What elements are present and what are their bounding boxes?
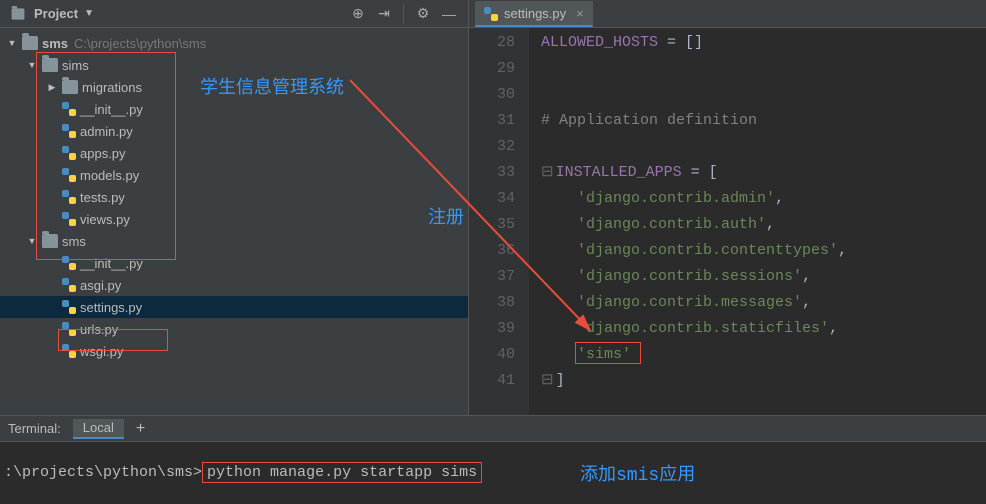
line-number: 32 bbox=[469, 134, 515, 160]
project-header: Project ▼ ⊕ ⇥ ⚙ — bbox=[0, 0, 468, 28]
terminal-prompt: :\projects\python\sms> bbox=[4, 464, 202, 481]
chevron-down-icon[interactable]: ▼ bbox=[26, 60, 38, 70]
line-number: 41 bbox=[469, 368, 515, 394]
line-number: 30 bbox=[469, 82, 515, 108]
tree-label: urls.py bbox=[80, 322, 118, 337]
line-number: 37 bbox=[469, 264, 515, 290]
tree-file[interactable]: asgi.py bbox=[0, 274, 468, 296]
hide-icon[interactable]: — bbox=[440, 5, 458, 23]
tree-folder-migrations[interactable]: ▶ migrations bbox=[0, 76, 468, 98]
gutter: 28 29 30 31 32 33 34 35 36 37 38 39 40 4… bbox=[469, 28, 529, 415]
editor-tab[interactable]: settings.py × bbox=[475, 1, 593, 27]
terminal-tab[interactable]: Local bbox=[73, 419, 124, 439]
tree-file[interactable]: urls.py bbox=[0, 318, 468, 340]
annotation-box: python manage.py startapp sims bbox=[202, 462, 482, 483]
chevron-right-icon[interactable]: ▶ bbox=[46, 82, 58, 93]
tab-label: settings.py bbox=[504, 6, 566, 21]
folder-icon bbox=[62, 80, 78, 94]
tree-label: __init__.py bbox=[80, 256, 143, 271]
python-icon bbox=[62, 168, 76, 182]
line-number: 39 bbox=[469, 316, 515, 342]
annotation-addapp: 添加smis应用 bbox=[580, 460, 695, 486]
python-icon bbox=[62, 322, 76, 336]
line-number: 31 bbox=[469, 108, 515, 134]
project-tree: ▼ sms C:\projects\python\sms ▼ sims ▶ mi… bbox=[0, 28, 468, 415]
terminal-tab-bar: Terminal: Local + bbox=[0, 416, 986, 442]
code-editor[interactable]: 28 29 30 31 32 33 34 35 36 37 38 39 40 4… bbox=[469, 28, 986, 415]
folder-icon bbox=[42, 234, 58, 248]
line-number: 29 bbox=[469, 56, 515, 82]
line-number: 34 bbox=[469, 186, 515, 212]
python-icon bbox=[62, 344, 76, 358]
tree-label: asgi.py bbox=[80, 278, 121, 293]
tree-folder-sims[interactable]: ▼ sims bbox=[0, 54, 468, 76]
line-number: 35 bbox=[469, 212, 515, 238]
tree-root[interactable]: ▼ sms C:\projects\python\sms bbox=[0, 32, 468, 54]
tree-label: settings.py bbox=[80, 300, 142, 315]
python-icon bbox=[62, 102, 76, 116]
terminal-panel: Terminal: Local + :\projects\python\sms>… bbox=[0, 415, 986, 503]
gear-icon[interactable]: ⚙ bbox=[414, 5, 432, 23]
code-body[interactable]: ALLOWED_HOSTS = [] # Application definit… bbox=[529, 28, 986, 415]
plus-icon[interactable]: + bbox=[136, 420, 145, 438]
project-panel: Project ▼ ⊕ ⇥ ⚙ — ▼ sms C:\projects\pyth… bbox=[0, 0, 469, 415]
python-icon bbox=[62, 190, 76, 204]
tree-file[interactable]: wsgi.py bbox=[0, 340, 468, 362]
folder-icon bbox=[12, 8, 25, 19]
chevron-down-icon[interactable]: ▼ bbox=[6, 38, 18, 48]
tree-label: views.py bbox=[80, 212, 130, 227]
tree-label: sims bbox=[62, 58, 89, 73]
terminal-title: Terminal: bbox=[8, 421, 61, 436]
tree-folder-sms[interactable]: ▼ sms bbox=[0, 230, 468, 252]
target-icon[interactable]: ⊕ bbox=[349, 5, 367, 23]
line-number: 36 bbox=[469, 238, 515, 264]
tree-label: sms bbox=[42, 36, 68, 51]
tree-label: wsgi.py bbox=[80, 344, 123, 359]
tree-file[interactable]: __init__.py bbox=[0, 252, 468, 274]
tree-path: C:\projects\python\sms bbox=[74, 36, 206, 51]
annotation-box bbox=[575, 342, 641, 364]
tree-label: models.py bbox=[80, 168, 139, 183]
chevron-down-icon[interactable]: ▼ bbox=[26, 236, 38, 246]
line-number: 38 bbox=[469, 290, 515, 316]
folder-icon bbox=[22, 36, 38, 50]
tree-label: apps.py bbox=[80, 146, 126, 161]
collapse-icon[interactable]: ⇥ bbox=[375, 5, 393, 23]
dropdown-icon[interactable]: ▼ bbox=[84, 8, 94, 19]
python-icon bbox=[62, 278, 76, 292]
line-number: 40 bbox=[469, 342, 515, 368]
python-icon bbox=[62, 212, 76, 226]
tree-file[interactable]: models.py bbox=[0, 164, 468, 186]
tree-file[interactable]: views.py bbox=[0, 208, 468, 230]
tree-label: tests.py bbox=[80, 190, 125, 205]
divider bbox=[403, 4, 404, 24]
tree-file[interactable]: tests.py bbox=[0, 186, 468, 208]
terminal-body[interactable]: :\projects\python\sms> python manage.py s… bbox=[0, 442, 986, 504]
editor-tab-bar: settings.py × bbox=[469, 0, 986, 28]
python-icon bbox=[62, 146, 76, 160]
tree-label: sms bbox=[62, 234, 86, 249]
editor-panel: settings.py × 28 29 30 31 32 33 34 35 36… bbox=[469, 0, 986, 415]
tree-label: __init__.py bbox=[80, 102, 143, 117]
line-number: 28 bbox=[469, 30, 515, 56]
tree-file[interactable]: apps.py bbox=[0, 142, 468, 164]
tree-file[interactable]: admin.py bbox=[0, 120, 468, 142]
line-number: 33 bbox=[469, 160, 515, 186]
python-icon bbox=[62, 300, 76, 314]
tree-label: admin.py bbox=[80, 124, 133, 139]
folder-icon bbox=[42, 58, 58, 72]
close-icon[interactable]: × bbox=[576, 6, 584, 21]
terminal-command: python manage.py startapp sims bbox=[207, 464, 477, 481]
tree-label: migrations bbox=[82, 80, 142, 95]
python-icon bbox=[62, 124, 76, 138]
tree-file[interactable]: __init__.py bbox=[0, 98, 468, 120]
python-icon bbox=[484, 7, 498, 21]
project-title[interactable]: Project bbox=[34, 6, 78, 21]
python-icon bbox=[62, 256, 76, 270]
tree-file-selected[interactable]: settings.py bbox=[0, 296, 468, 318]
